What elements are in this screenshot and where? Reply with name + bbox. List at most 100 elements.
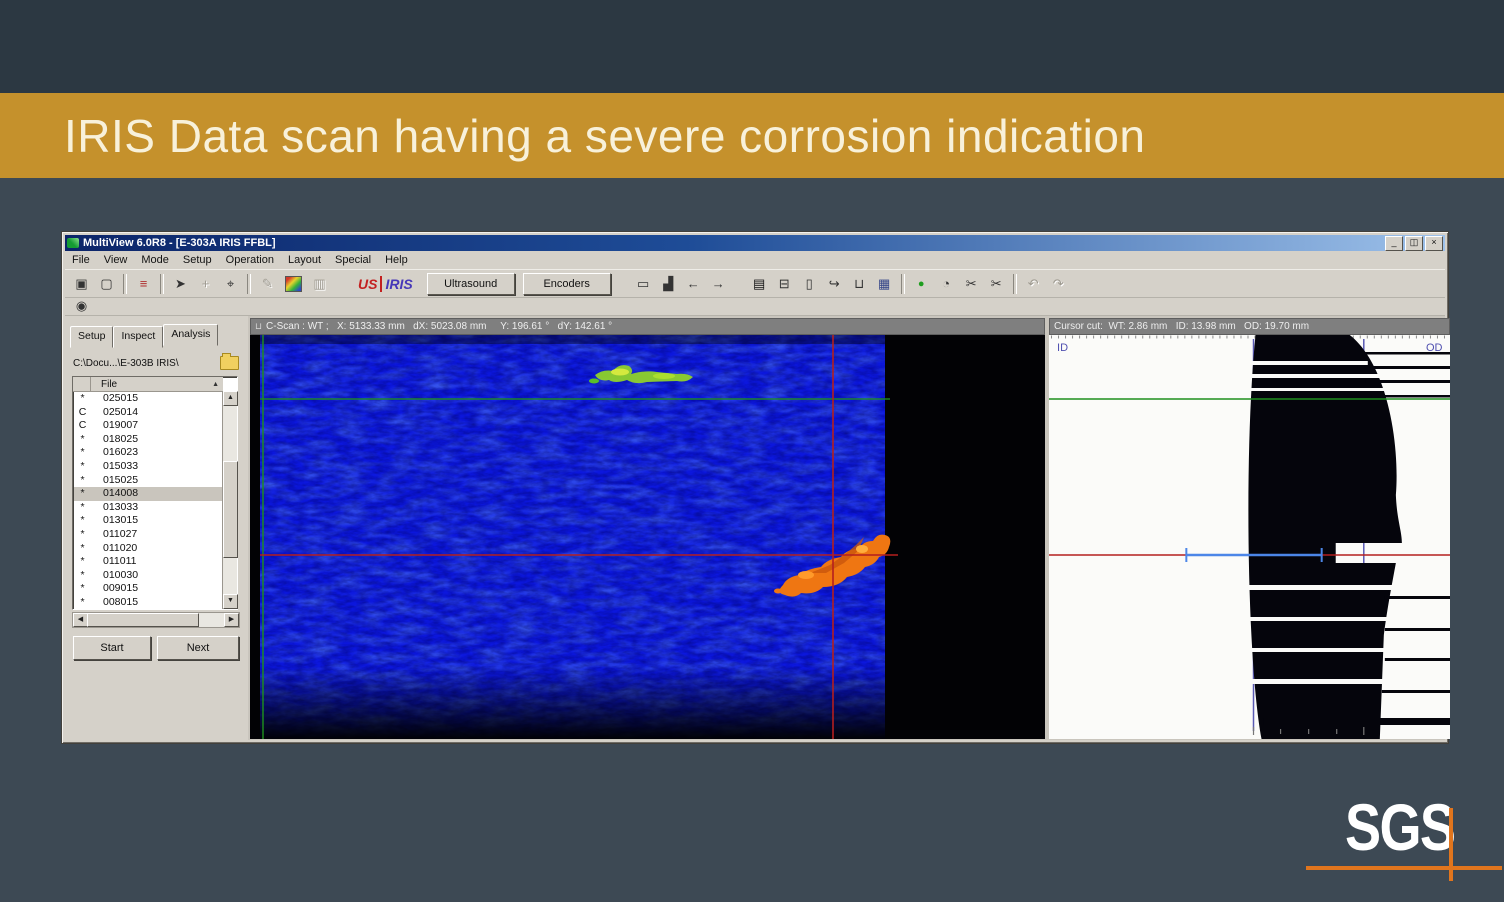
tab-analysis[interactable]: Analysis (163, 324, 219, 346)
display-list-icon[interactable]: ≡ (132, 274, 155, 294)
columns-icon: ▥ (313, 275, 326, 291)
title-band: IRIS Data scan having a severe corrosion… (0, 93, 1504, 178)
file-row[interactable]: * 010030 (74, 569, 222, 583)
file-name: 025014 (103, 405, 139, 418)
file-name: 018025 (103, 432, 139, 445)
file-row[interactable]: * 016023 (74, 446, 222, 460)
file-name: 014008 (103, 487, 139, 500)
file-row[interactable]: * 011020 (74, 542, 222, 556)
cscan-window-icon: ⊔ (255, 321, 263, 331)
tab-inspect[interactable]: Inspect (113, 326, 164, 348)
histogram-icon[interactable]: ▟ (657, 274, 680, 294)
file-name: 016023 (103, 446, 139, 459)
file-row[interactable]: * 013015 (74, 514, 222, 528)
prev-arrow-icon[interactable]: ← (682, 274, 705, 294)
file-name: 025015 (103, 392, 139, 404)
table-icon[interactable]: ▦ (873, 274, 896, 294)
file-status: * (80, 555, 85, 568)
scroll-up-icon[interactable]: ▲ (223, 391, 238, 406)
file-row[interactable]: C 019007 (74, 419, 222, 433)
slide: IRIS Data scan having a severe corrosion… (0, 0, 1504, 902)
menu-item-view[interactable]: View (97, 253, 135, 267)
probe-pointer-icon[interactable]: ➤ (169, 274, 192, 294)
tile-view-icon[interactable]: ▢ (95, 274, 118, 294)
tab-setup[interactable]: Setup (70, 326, 114, 348)
next-button[interactable]: Next (157, 636, 239, 660)
ruler-icon[interactable]: ▭ (632, 274, 655, 294)
print-icon[interactable]: ⊟ (773, 274, 796, 294)
file-list-hscrollbar[interactable]: ◀ ▶ (72, 612, 240, 628)
next-arrow-icon[interactable]: → (707, 274, 730, 294)
file-row[interactable]: * 009015 (74, 582, 222, 596)
file-row[interactable]: * 015025 (74, 474, 222, 488)
file-status: * (80, 527, 85, 540)
file-list-header: File ▲ (73, 377, 223, 392)
file-row[interactable]: * 025015 (74, 392, 222, 406)
menu-item-layout[interactable]: Layout (281, 253, 328, 267)
file-name: 011020 (103, 541, 138, 554)
file-list[interactable]: * 025015 C 025014 C 019007 * 018025 * 016023 * 0150… (74, 392, 222, 608)
file-status: C (78, 405, 87, 418)
cscan-caption[interactable]: ⊔ C-Scan : WT ; X: 5133.33 mm dX: 5023.0… (250, 318, 1045, 335)
draw-icon: ✎ (262, 275, 273, 291)
report-icon[interactable]: ▯ (798, 274, 821, 294)
single-view-icon[interactable]: ▣ (70, 274, 93, 294)
restore-icon[interactable]: ◫ (1405, 235, 1423, 251)
cursor-cut-caption[interactable]: Cursor cut: WT: 2.86 mm ID: 13.98 mm OD:… (1049, 318, 1450, 335)
cscan-canvas[interactable] (250, 335, 1045, 739)
file-row[interactable]: * 014008 (74, 487, 222, 501)
export-icon[interactable]: ↪ (823, 274, 846, 294)
cursor-cut-canvas[interactable]: ID OD (1049, 335, 1450, 739)
iris-label: IRIS (385, 275, 413, 292)
sidebar-tabs: Setup Inspect Analysis (70, 324, 219, 348)
file-row[interactable]: * 011027 (74, 528, 222, 542)
multiview-window: MultiView 6.0R8 - [E-303A IRIS FFBL] _ ◫… (62, 232, 1450, 743)
menu-item-special[interactable]: Special (328, 253, 378, 267)
scroll-down-icon[interactable]: ▼ (223, 594, 238, 609)
ultrasound-button[interactable]: Ultrasound (426, 272, 515, 295)
menu-item-operation[interactable]: Operation (219, 253, 281, 267)
encoders-button[interactable]: Encoders (522, 272, 611, 295)
window-titlebar[interactable]: MultiView 6.0R8 - [E-303A IRIS FFBL] _ ◫… (65, 235, 1445, 251)
measure-b-icon[interactable]: ✂ (985, 274, 1008, 294)
start-button[interactable]: Start (73, 636, 151, 660)
file-row[interactable]: * 018025 (74, 433, 222, 447)
menu-item-file[interactable]: File (65, 253, 97, 267)
save-icon[interactable]: ▤ (748, 274, 771, 294)
scroll-right-icon[interactable]: ▶ (224, 613, 239, 627)
hscroll-thumb[interactable] (87, 613, 199, 627)
zoom-cursor-icon[interactable]: ⌖ (219, 274, 242, 294)
file-column-header[interactable]: File ▲ (91, 379, 223, 390)
mdi-workarea: Setup Inspect Analysis C:\Docu...\E-303B I… (65, 316, 1450, 740)
minimize-icon[interactable]: _ (1385, 235, 1403, 251)
file-status: * (80, 473, 85, 486)
file-row[interactable]: * 015033 (74, 460, 222, 474)
od-label: OD (1426, 342, 1443, 354)
undo-icon: ↶ (1027, 275, 1039, 291)
folder-icon[interactable] (220, 353, 239, 370)
snapshot-icon[interactable]: ◉ (70, 296, 93, 316)
file-status: * (80, 514, 85, 527)
close-icon[interactable]: × (1425, 235, 1443, 251)
file-row[interactable]: C 025014 (74, 406, 222, 420)
cscan-panel: ⊔ C-Scan : WT ; X: 5133.33 mm dX: 5023.0… (250, 318, 1045, 739)
delete-icon[interactable]: ⊔ (848, 274, 871, 294)
sort-ascending-icon: ▲ (212, 380, 219, 388)
scroll-left-icon[interactable]: ◀ (73, 613, 88, 627)
status-column-header[interactable] (73, 377, 91, 391)
scan-icon[interactable]: ● (910, 274, 933, 294)
measure-a-icon[interactable]: ✂ (960, 274, 983, 294)
menu-item-setup[interactable]: Setup (176, 253, 219, 267)
vscroll-thumb[interactable] (223, 461, 238, 558)
palette-icon[interactable] (285, 275, 302, 292)
file-row[interactable]: * 011011 (74, 555, 222, 569)
file-name: 011011 (103, 555, 137, 568)
file-row[interactable]: * 008015 (74, 596, 222, 608)
gauge-icon[interactable]: ◔ (935, 274, 958, 294)
menu-item-help[interactable]: Help (378, 253, 415, 267)
sgs-logo-vline (1449, 808, 1453, 881)
menu-item-mode[interactable]: Mode (134, 253, 176, 267)
file-name: 015025 (103, 473, 139, 486)
file-list-vscrollbar[interactable]: ▲ ▼ (222, 391, 238, 609)
file-row[interactable]: * 013033 (74, 501, 222, 515)
